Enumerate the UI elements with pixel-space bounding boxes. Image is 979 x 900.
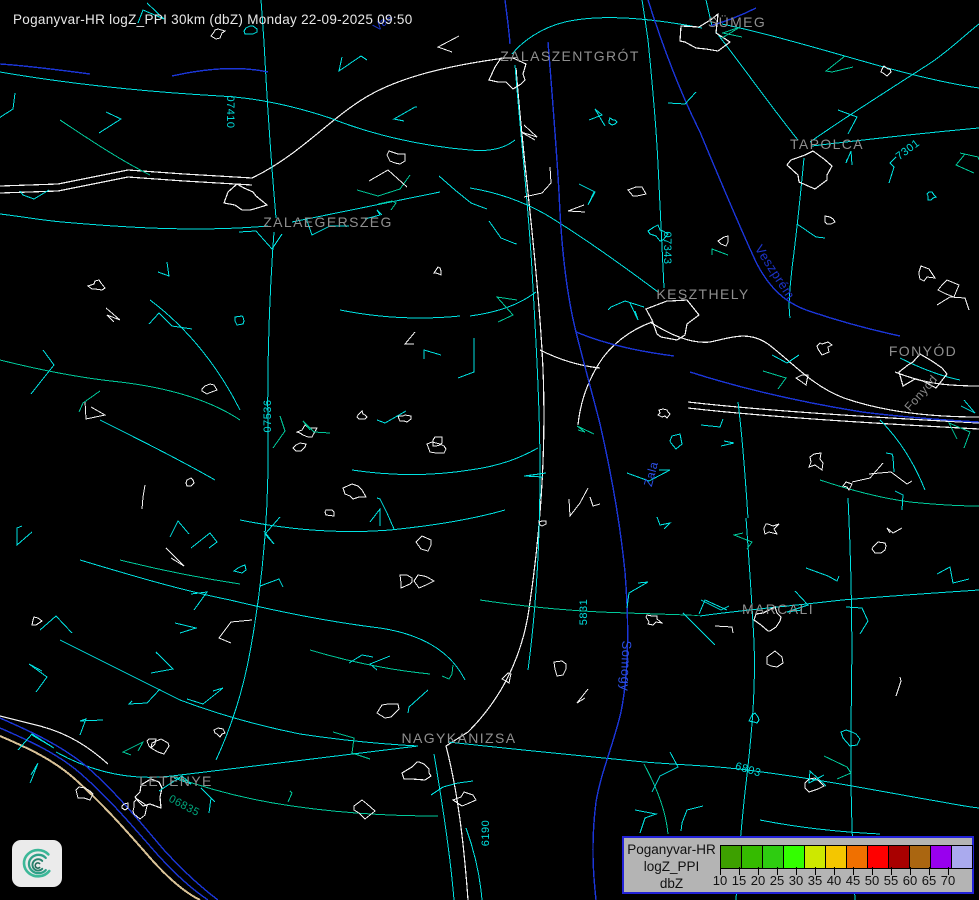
legend-product: logZ_PPI <box>624 858 719 875</box>
tick-number: 70 <box>941 873 955 888</box>
tick-number: 55 <box>884 873 898 888</box>
tick-number: 10 <box>713 873 727 888</box>
tick-number: 35 <box>808 873 822 888</box>
dbz-swatch <box>762 845 784 869</box>
road-number-label: 07343 <box>661 231 673 264</box>
teal-roads <box>0 120 979 834</box>
legend-radar-name: Poganyvar-HR <box>624 841 719 858</box>
dbz-swatch <box>951 845 973 869</box>
tick-number: 40 <box>827 873 841 888</box>
city-label: FONYÓD <box>889 343 957 359</box>
city-label: LETENYE <box>139 773 213 789</box>
city-label: KESZTHELY <box>656 286 749 302</box>
dbz-swatch <box>825 845 847 869</box>
dbz-swatch <box>867 845 889 869</box>
dbz-swatch <box>930 845 952 869</box>
city-label: MARCALI <box>742 601 814 617</box>
tick-number: 50 <box>865 873 879 888</box>
tick-number: 65 <box>922 873 936 888</box>
tick-number: 60 <box>903 873 917 888</box>
road-number-label: 5831 <box>578 599 590 625</box>
cyan-roads <box>0 0 979 900</box>
met-spiral-logo <box>12 840 62 887</box>
dbz-swatch <box>741 845 763 869</box>
city-label: ZALAEGERSZEG <box>263 214 393 230</box>
radar-display: Poganyvar-HR logZ_PPI 30km (dbZ) Monday … <box>0 0 979 900</box>
tick-number: 45 <box>846 873 860 888</box>
city-label: SÜMEG <box>708 14 766 30</box>
road-number-label: 6190 <box>480 820 492 846</box>
dbz-swatch <box>783 845 805 869</box>
dbz-swatch <box>909 845 931 869</box>
tick-number: 15 <box>732 873 746 888</box>
road-number-label: 07410 <box>224 95 236 128</box>
city-label: ZALASZENTGRÓT <box>500 48 640 64</box>
village-outlines <box>0 3 979 833</box>
city-label: NAGYKANIZSA <box>402 730 517 746</box>
radar-title: Poganyvar-HR logZ_PPI 30km (dbZ) Monday … <box>13 12 413 27</box>
tick-number: 20 <box>751 873 765 888</box>
legend-caption: Poganyvar-HR logZ_PPI dbZ <box>624 841 719 892</box>
region-label: Somogy <box>618 640 635 691</box>
spiral-icon <box>16 844 58 884</box>
rivers-borders <box>0 0 979 900</box>
tick-number: 25 <box>770 873 784 888</box>
dbz-swatch <box>888 845 910 869</box>
city-label: TAPOLCA <box>790 136 864 152</box>
tick-number: 30 <box>789 873 803 888</box>
dbz-color-scale <box>720 845 973 869</box>
dbz-swatch <box>846 845 868 869</box>
dbz-swatch <box>804 845 826 869</box>
dbz-legend: Poganyvar-HR logZ_PPI dbZ 10 15 20 25 30 35 40… <box>622 836 974 894</box>
legend-unit: dbZ <box>624 875 719 892</box>
road-number-label: 07536 <box>262 399 274 432</box>
base-map <box>0 0 979 900</box>
dbz-swatch <box>720 845 742 869</box>
